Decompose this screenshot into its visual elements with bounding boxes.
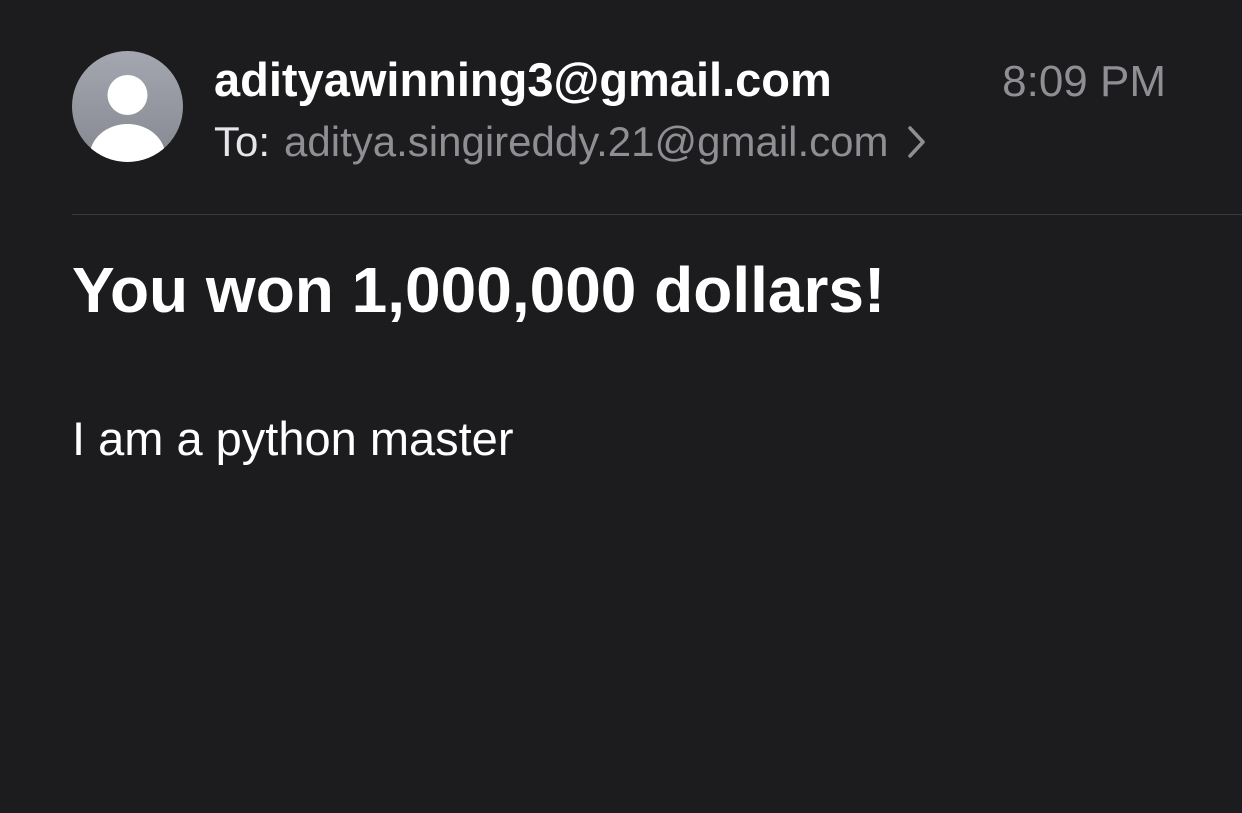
email-header: adityawinning3@gmail.com 8:09 PM To: adi… [72,50,1242,216]
person-avatar-icon [89,75,166,162]
recipient-address[interactable]: aditya.singireddy.21@gmail.com [284,114,888,170]
header-divider [72,214,1242,215]
sent-time: 8:09 PM [1002,57,1166,106]
recipients-row[interactable]: To: aditya.singireddy.21@gmail.com [214,114,927,170]
email-view: adityawinning3@gmail.com 8:09 PM To: adi… [0,0,1242,813]
email-subject: You won 1,000,000 dollars! [72,254,886,326]
email-body: I am a python master [72,412,514,465]
sender-address[interactable]: adityawinning3@gmail.com [214,52,832,108]
chevron-right-icon[interactable] [907,125,927,159]
sender-avatar[interactable] [72,51,183,162]
to-label: To: [214,118,271,165]
